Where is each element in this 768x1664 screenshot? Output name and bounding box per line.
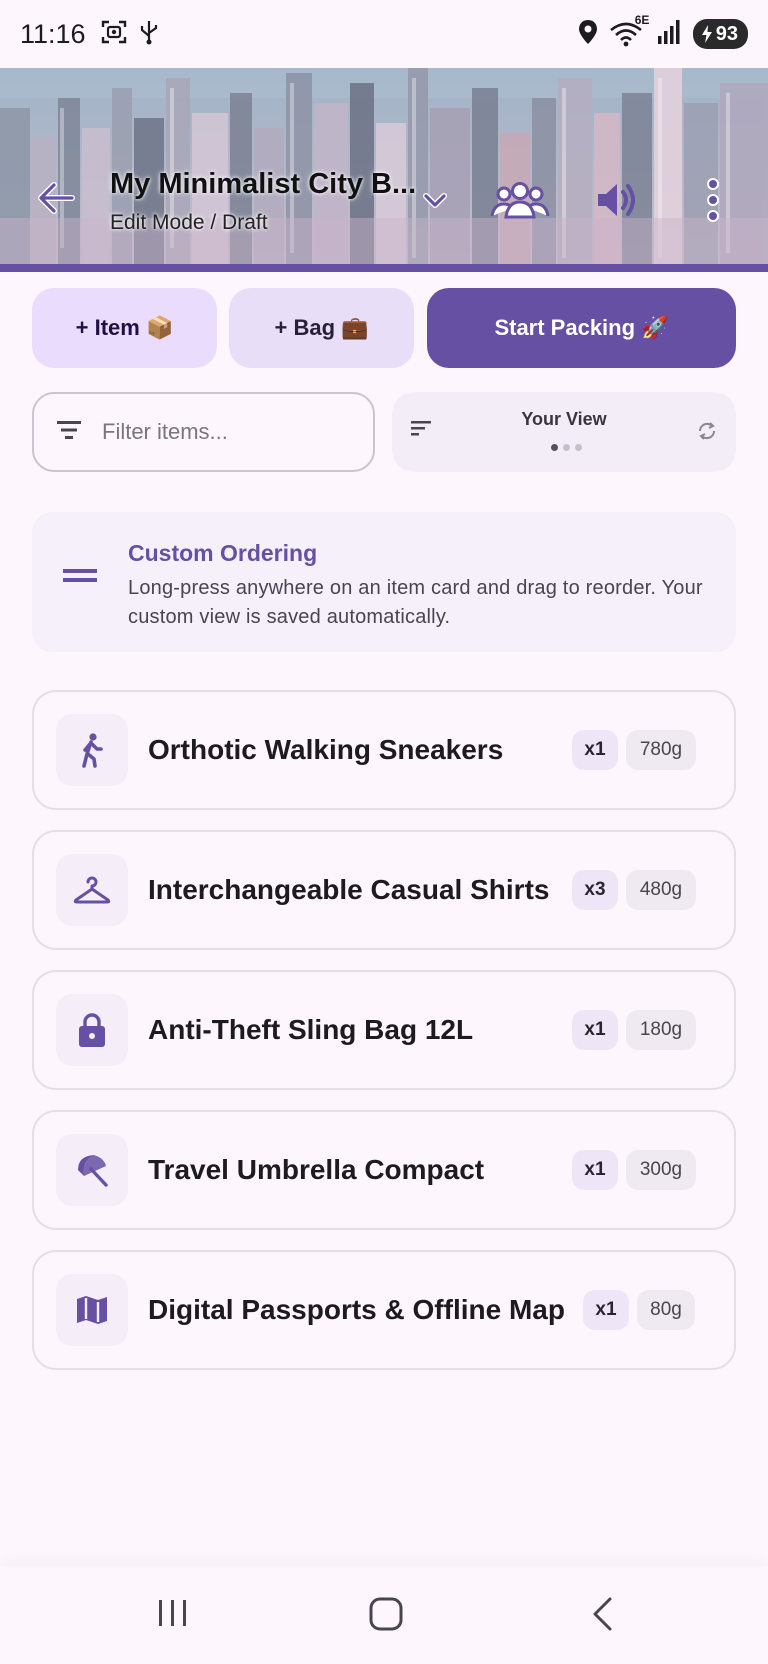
- quantity-chip[interactable]: x1: [572, 730, 618, 770]
- map-icon: [77, 1296, 107, 1324]
- item-name: Orthotic Walking Sneakers: [148, 734, 504, 765]
- trip-mode-subtitle: Edit Mode / Draft: [110, 211, 268, 234]
- list-item[interactable]: Digital Passports & Offline Map x1 80g: [32, 1250, 736, 1370]
- list-item[interactable]: Orthotic Walking Sneakers x1 780g: [32, 690, 736, 810]
- back-nav-button[interactable]: [588, 1596, 616, 1637]
- location-icon: [577, 19, 599, 50]
- list-item[interactable]: Travel Umbrella Compact x1 300g: [32, 1110, 736, 1230]
- back-button[interactable]: [34, 176, 78, 220]
- arrow-back-icon: [38, 182, 75, 214]
- item-icon-box: [56, 1274, 128, 1346]
- usb-icon: [138, 18, 160, 51]
- nav-back-icon: [593, 1597, 612, 1631]
- weight-chip[interactable]: 480g: [626, 870, 696, 910]
- item-icon-box: [56, 1134, 128, 1206]
- info-text: Long-press anywhere on an item card and …: [128, 577, 703, 628]
- custom-ordering-info-card: Custom Ordering Long-press anywhere on a…: [32, 512, 736, 652]
- page-dot-3: [575, 444, 582, 451]
- lock-icon: [79, 1013, 105, 1047]
- quantity-chip[interactable]: x1: [572, 1010, 618, 1050]
- quantity-chip[interactable]: x3: [572, 870, 618, 910]
- item-icon-box: [56, 994, 128, 1066]
- quantity-chip[interactable]: x1: [572, 1150, 618, 1190]
- screenshot-icon: [100, 18, 128, 51]
- add-item-button[interactable]: + Item 📦: [32, 288, 217, 368]
- status-time: 11:16: [20, 18, 86, 49]
- weight-chip[interactable]: 780g: [626, 730, 696, 770]
- view-label: Your View: [521, 409, 607, 429]
- view-page-indicator: [551, 444, 582, 451]
- item-name: Digital Passports & Offline Map: [148, 1294, 565, 1325]
- group-icon: [490, 182, 550, 219]
- page-dot-1: [551, 444, 558, 451]
- switch-view-icon[interactable]: [696, 420, 718, 447]
- start-packing-button[interactable]: Start Packing 🚀: [427, 288, 736, 368]
- weight-chip[interactable]: 180g: [626, 1010, 696, 1050]
- filter-icon: [56, 419, 82, 446]
- wifi-icon: 6E: [609, 13, 649, 52]
- chevron-down-icon: [423, 193, 447, 208]
- home-icon: [369, 1597, 403, 1631]
- volume-icon: [598, 184, 635, 216]
- trip-header-banner: My Minimalist City B... Edit Mode / Draf…: [0, 68, 768, 264]
- item-name: Interchangeable Casual Shirts: [148, 874, 550, 905]
- home-button[interactable]: [368, 1596, 404, 1637]
- network-type: 6E: [634, 12, 650, 27]
- signal-icon: [657, 19, 683, 50]
- more-vert-icon: [707, 178, 719, 222]
- weight-chip[interactable]: 300g: [626, 1150, 696, 1190]
- list-item[interactable]: Anti-Theft Sling Bag 12L x1 180g: [32, 970, 736, 1090]
- list-item[interactable]: Interchangeable Casual Shirts x3 480g: [32, 830, 736, 950]
- item-icon-box: [56, 854, 128, 926]
- item-name: Travel Umbrella Compact: [148, 1154, 485, 1185]
- item-name: Anti-Theft Sling Bag 12L: [148, 1014, 474, 1045]
- collaborators-button[interactable]: [490, 180, 550, 220]
- status-bar: 11:16 6E 93: [0, 0, 768, 68]
- battery-level: 93: [715, 22, 738, 45]
- info-title: Custom Ordering: [128, 540, 318, 566]
- more-options-button[interactable]: [700, 176, 726, 224]
- charging-icon: [701, 25, 712, 43]
- view-selector[interactable]: Your View: [392, 392, 736, 472]
- walking-person-icon: [82, 733, 103, 768]
- filter-input[interactable]: [102, 419, 332, 445]
- page-dot-2: [563, 444, 570, 451]
- sound-toggle-button[interactable]: [592, 176, 640, 224]
- add-bag-button[interactable]: + Bag 💼: [229, 288, 414, 368]
- system-nav-bar: [0, 1566, 768, 1664]
- umbrella-icon: [78, 1155, 108, 1187]
- quantity-chip[interactable]: x1: [583, 1290, 629, 1330]
- header-progress-bar: [0, 264, 768, 272]
- recent-apps-icon: [159, 1600, 186, 1626]
- battery-indicator: 93: [692, 19, 748, 49]
- filter-field[interactable]: [32, 392, 375, 472]
- weight-chip[interactable]: 80g: [637, 1290, 695, 1330]
- trip-switcher-button[interactable]: [420, 186, 450, 216]
- recent-apps-button[interactable]: [156, 1596, 190, 1635]
- drag-handle-icon: [62, 567, 98, 590]
- hanger-icon: [73, 876, 111, 904]
- trip-title[interactable]: My Minimalist City B...: [110, 168, 416, 201]
- item-icon-box: [56, 714, 128, 786]
